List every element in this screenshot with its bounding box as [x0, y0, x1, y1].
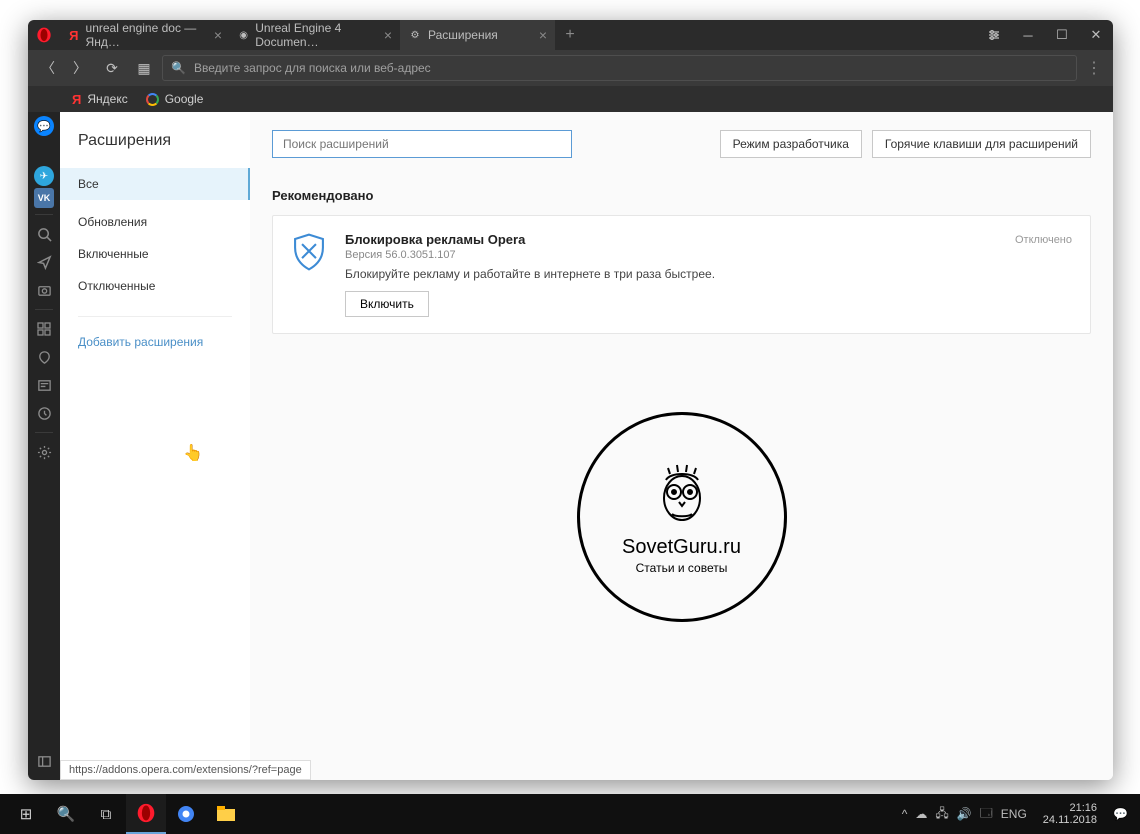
tab-1[interactable]: ◉ Unreal Engine 4 Documen… × [230, 20, 400, 50]
whatsapp-icon[interactable] [31, 138, 57, 164]
address-placeholder: Введите запрос для поиска или веб-адрес [194, 61, 431, 75]
personal-news-icon[interactable] [31, 249, 57, 275]
nav-item-updates[interactable]: Обновления [60, 206, 250, 238]
settings-icon[interactable] [31, 439, 57, 465]
bookmark-google[interactable]: Google [146, 92, 204, 106]
toolbar: 〈 〉 ⟳ ▦ 🔍 Введите запрос для поиска или … [28, 50, 1113, 86]
close-icon[interactable]: × [384, 27, 392, 43]
vk-icon[interactable]: VK [34, 188, 54, 208]
separator [35, 432, 53, 433]
watermark-site: SovetGuru.ru [622, 536, 741, 559]
clock-time: 21:16 [1043, 802, 1097, 814]
watermark-logo: SovetGuru.ru Статьи и советы [577, 412, 787, 622]
status-bar: https://addons.opera.com/extensions/?ref… [60, 760, 311, 780]
opera-sidebar: 💬 ✈ VK [28, 112, 60, 780]
enable-button[interactable]: Включить [345, 291, 429, 317]
snapshot-icon[interactable] [31, 277, 57, 303]
section-heading: Рекомендовано [272, 188, 1091, 203]
kebab-menu-button[interactable]: ⋮ [1081, 58, 1107, 78]
bookmark-label: Google [165, 92, 204, 106]
separator [35, 309, 53, 310]
tray-onedrive-icon[interactable]: ☁ [915, 807, 927, 821]
close-button[interactable]: ✕ [1079, 20, 1113, 50]
messenger-icon[interactable]: 💬 [34, 116, 54, 136]
speed-dial-icon[interactable] [31, 316, 57, 342]
tray-network-icon[interactable]: 🖧 [935, 804, 948, 825]
bookmark-label: Яндекс [87, 92, 127, 106]
bookmarks-bar: Я Яндекс Google [28, 86, 1113, 112]
watermark-sub: Статьи и советы [636, 561, 728, 575]
bookmarks-icon[interactable] [31, 344, 57, 370]
tab-label: Расширения [428, 28, 498, 42]
windows-taskbar: ⊞ 🔍 ⧉ ^ ☁ 🖧 🔊 🗔 ENG 21:16 24.11.2018 💬 [0, 794, 1140, 834]
telegram-icon[interactable]: ✈ [34, 166, 54, 186]
start-button[interactable]: ⊞ [6, 794, 46, 834]
add-extensions-link[interactable]: Добавить расширения [60, 325, 250, 359]
maximize-button[interactable]: ☐ [1045, 20, 1079, 50]
search-icon: 🔍 [171, 61, 186, 75]
forward-button[interactable]: 〉 [66, 54, 94, 82]
tray-language[interactable]: ENG [1001, 807, 1027, 821]
extensions-main: Режим разработчика Горячие клавиши для р… [250, 112, 1113, 780]
nav-item-all[interactable]: Все [60, 168, 250, 200]
taskbar-chrome[interactable] [166, 794, 206, 834]
tray-chevron-icon[interactable]: ^ [902, 807, 908, 821]
taskbar-explorer[interactable] [206, 794, 246, 834]
developer-mode-button[interactable]: Режим разработчика [720, 130, 862, 158]
hotkeys-button[interactable]: Горячие клавиши для расширений [872, 130, 1091, 158]
tray-clock[interactable]: 21:16 24.11.2018 [1035, 802, 1105, 826]
extensions-nav: Расширения Все Обновления Включенные Отк… [60, 112, 250, 780]
minimize-button[interactable]: ─ [1011, 20, 1045, 50]
titlebar: Я unreal engine doc — Янд… × ◉ Unreal En… [28, 20, 1113, 50]
clock-date: 24.11.2018 [1043, 814, 1097, 826]
tab-0[interactable]: Я unreal engine doc — Янд… × [60, 20, 230, 50]
new-tab-button[interactable]: + [555, 20, 585, 50]
extension-version: Версия 56.0.3051.107 [345, 249, 997, 261]
tab-2[interactable]: ⚙ Расширения × [400, 20, 555, 50]
close-icon[interactable]: × [539, 27, 547, 43]
separator [78, 316, 232, 317]
search-extensions-input[interactable] [272, 130, 572, 158]
extensions-icon: ⚙ [408, 28, 422, 42]
speed-dial-button[interactable]: ▦ [130, 54, 158, 82]
reload-button[interactable]: ⟳ [98, 54, 126, 82]
extension-description: Блокируйте рекламу и работайте в интерне… [345, 267, 997, 281]
back-button[interactable]: 〈 [34, 54, 62, 82]
page-title: Расширения [60, 132, 250, 150]
tab-label: unreal engine doc — Янд… [86, 21, 208, 49]
taskbar-opera[interactable] [126, 794, 166, 834]
tab-label: Unreal Engine 4 Documen… [255, 21, 378, 49]
yandex-icon: Я [68, 28, 80, 42]
history-icon[interactable] [31, 400, 57, 426]
opera-menu-button[interactable] [28, 27, 60, 43]
address-bar[interactable]: 🔍 Введите запрос для поиска или веб-адре… [162, 55, 1077, 81]
search-button[interactable]: 🔍 [46, 794, 86, 834]
shield-icon [291, 232, 327, 317]
extension-status: Отключено [1015, 234, 1072, 246]
nav-item-enabled[interactable]: Включенные [60, 238, 250, 270]
notifications-icon[interactable]: 💬 [1113, 807, 1128, 821]
tray-volume-icon[interactable]: 🔊 [957, 807, 972, 821]
yandex-icon: Я [72, 92, 81, 107]
google-icon [146, 93, 159, 106]
separator [35, 214, 53, 215]
extension-card: Блокировка рекламы Opera Версия 56.0.305… [272, 215, 1091, 334]
search-icon[interactable] [31, 221, 57, 247]
task-view-button[interactable]: ⧉ [86, 794, 126, 834]
sidebar-toggle-icon[interactable] [31, 748, 57, 774]
easy-setup-button[interactable] [977, 20, 1011, 50]
extension-title: Блокировка рекламы Opera [345, 232, 997, 247]
news-icon[interactable] [31, 372, 57, 398]
site-icon: ◉ [238, 28, 249, 42]
nav-item-disabled[interactable]: Отключенные [60, 270, 250, 302]
bookmark-yandex[interactable]: Я Яндекс [72, 92, 128, 107]
close-icon[interactable]: × [214, 27, 222, 43]
tray-battery-icon[interactable]: 🗔 [980, 804, 993, 825]
